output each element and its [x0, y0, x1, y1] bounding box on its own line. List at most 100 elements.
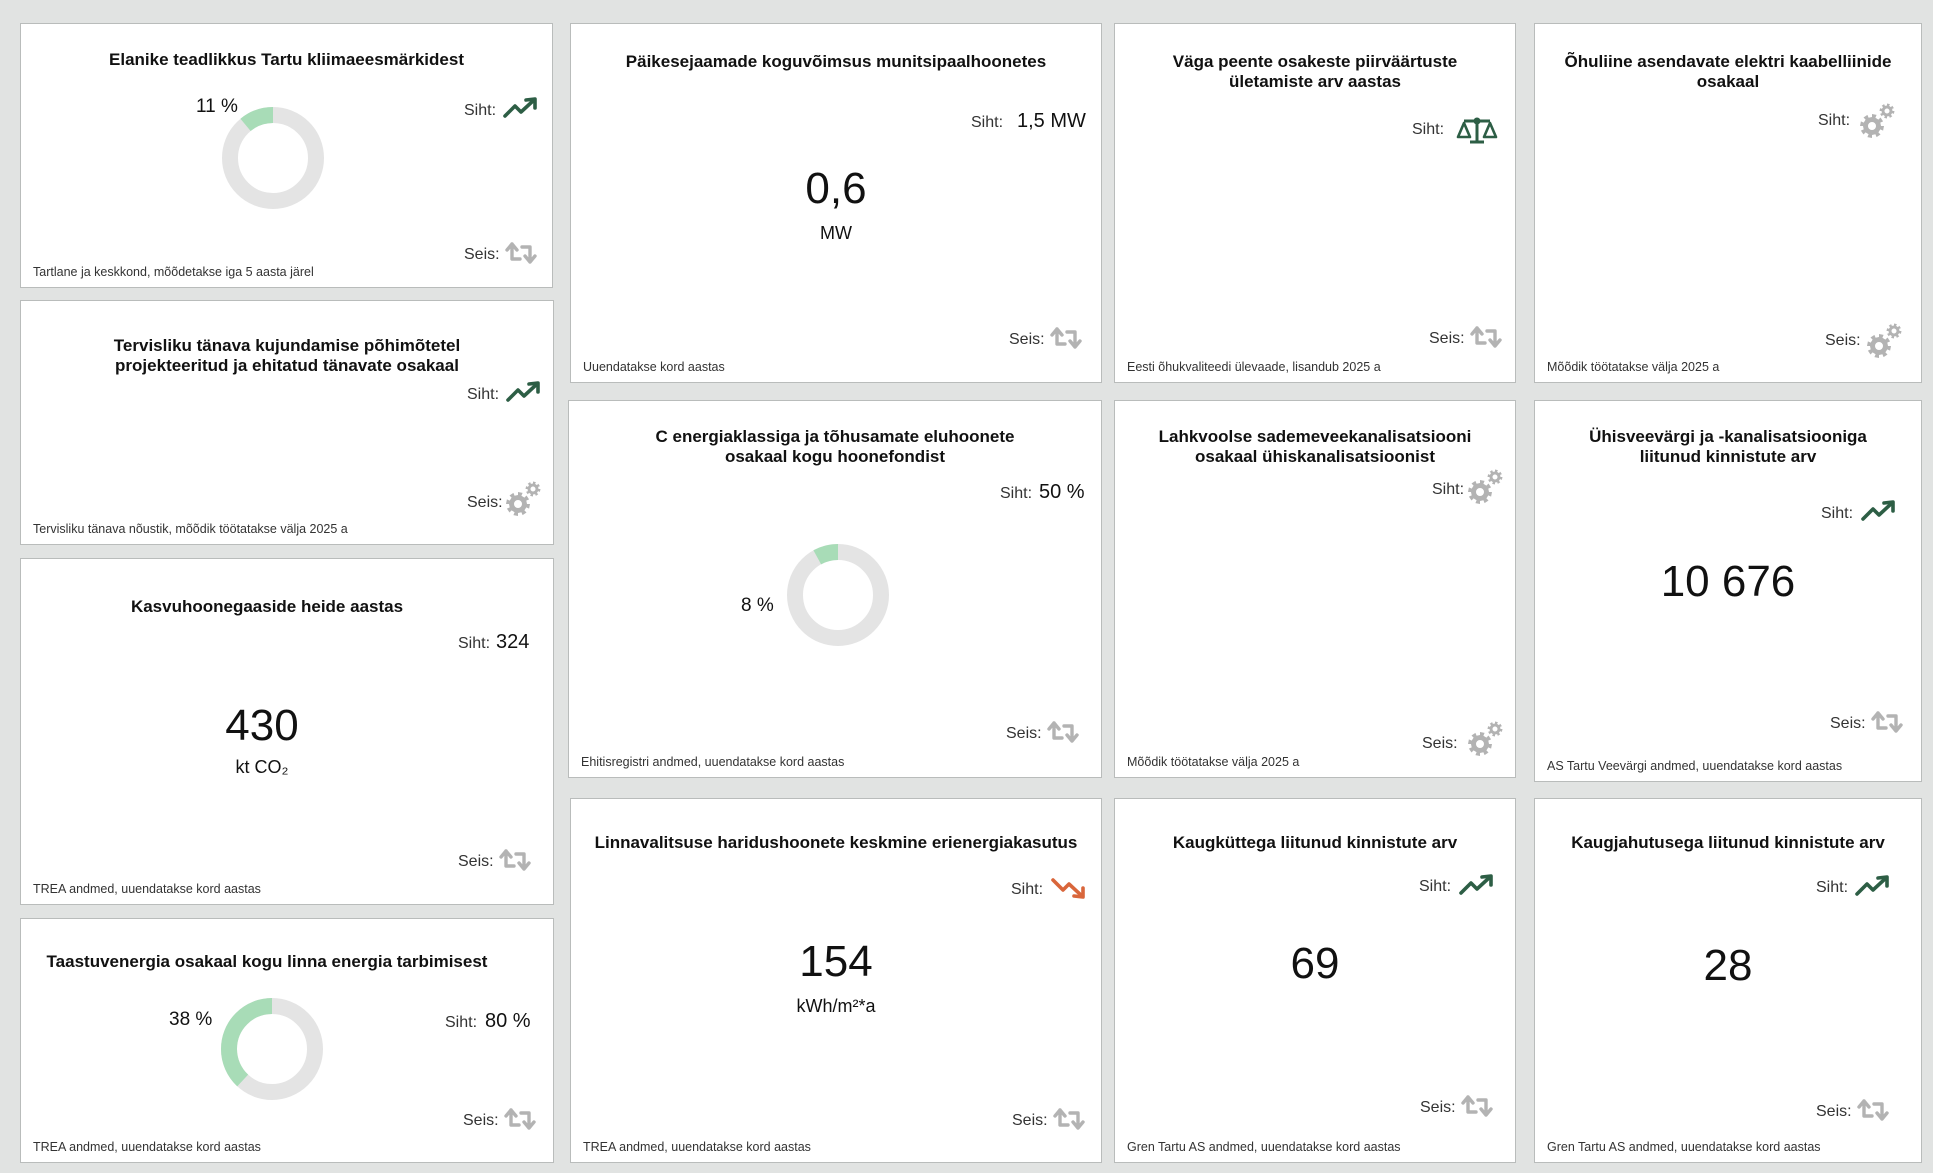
kpi-card-renewable-share: Taastuvenergia osakaal kogu linna energi… [20, 918, 554, 1163]
status-label: Seis: [1816, 1103, 1852, 1120]
card-title: Kaugjahutusega liitunud kinnistute arv [1571, 833, 1885, 852]
card-title: Kaugküttega liitunud kinnistute arv [1172, 833, 1458, 852]
card-footer: TREA andmed, uuendatakse kord aastas [583, 1140, 811, 1154]
donut-track [787, 544, 889, 646]
refresh-icon [1855, 1098, 1891, 1122]
target-value: 80 % [485, 1010, 531, 1032]
target-label: Siht: [1821, 505, 1854, 522]
trend-down-icon [1051, 876, 1087, 900]
gear-icon [1864, 321, 1904, 361]
kpi-card-underground-cables: Õhuliine asendavate elektri kaabelliinid… [1534, 23, 1922, 383]
kpi-value: 430 [225, 701, 299, 750]
target-label: Siht: [971, 114, 1004, 131]
kpi-value: 0,6 [805, 164, 867, 213]
status-label: Seis: [463, 1112, 499, 1129]
card-footer: Mõõdik töötatakse välja 2025 a [1127, 755, 1300, 769]
kpi-card-ghg-emissions: Kasvuhoonegaaside heide aastas Siht: 324… [20, 558, 554, 905]
kpi-unit: MW [820, 223, 852, 243]
kpi-card-district-cooling: Kaugjahutusega liitunud kinnistute arv S… [1534, 798, 1922, 1163]
target-label: Siht: [1419, 878, 1452, 895]
refresh-icon [497, 848, 533, 872]
card-footer: AS Tartu Veevärgi andmed, uuendatakse ko… [1547, 759, 1843, 773]
kpi-card-healthy-streets: Tervisliku tänava kujundamise põhimõtete… [20, 300, 554, 545]
target-label: Siht: [467, 386, 500, 403]
trend-up-icon [1459, 873, 1495, 897]
trend-up-icon [1861, 499, 1897, 523]
card-footer: Gren Tartu AS andmed, uuendatakse kord a… [1127, 1140, 1401, 1154]
refresh-icon [1051, 1107, 1087, 1131]
donut-percent-label: 8 % [741, 595, 774, 616]
status-label: Seis: [1009, 331, 1045, 348]
kpi-card-school-energy-use: Linnavalitsuse haridushoonete keskmine e… [570, 798, 1102, 1163]
card-footer: Gren Tartu AS andmed, uuendatakse kord a… [1547, 1140, 1821, 1154]
status-label: Seis: [467, 494, 503, 511]
progress-donut [219, 104, 327, 212]
gear-icon [1857, 101, 1897, 141]
donut-track [222, 107, 324, 209]
target-label: Siht: [1011, 881, 1044, 898]
kpi-card-district-heating: Kaugküttega liitunud kinnistute arv Siht… [1114, 798, 1516, 1163]
refresh-icon [1459, 1094, 1495, 1118]
refresh-icon [1045, 720, 1081, 744]
progress-donut [784, 541, 892, 649]
status-label: Seis: [1429, 330, 1465, 347]
gear-icon [1465, 467, 1505, 507]
kpi-value: 28 [1703, 941, 1753, 990]
gear-icon [503, 479, 543, 519]
status-label: Seis: [1825, 332, 1861, 349]
kpi-value: 69 [1290, 939, 1340, 988]
card-footer: Eesti õhukvaliteedi ülevaade, lisandub 2… [1127, 360, 1381, 374]
status-label: Seis: [458, 853, 494, 870]
status-label: Seis: [464, 246, 500, 263]
kpi-value: 10 676 [1660, 557, 1796, 606]
kpi-card-energy-class-buildings: C energiaklassiga ja tõhusamate eluhoone… [568, 400, 1102, 778]
status-label: Seis: [1830, 715, 1866, 732]
status-label: Seis: [1012, 1112, 1048, 1129]
card-title: Tervisliku tänava kujundamise põhimõtete… [113, 336, 461, 375]
card-title: Lahkvoolse sademeveekanalisatsiooni osak… [1158, 427, 1472, 466]
status-label: Seis: [1422, 735, 1458, 752]
trend-up-icon [503, 96, 539, 120]
refresh-icon [503, 241, 539, 265]
target-label: Siht: [1818, 112, 1851, 129]
target-label: Siht: [1412, 121, 1445, 138]
kpi-card-climate-awareness: Elanike teadlikkus Tartu kliimaeesmärkid… [20, 23, 553, 288]
status-label: Seis: [1006, 725, 1042, 742]
target-label: Siht: [458, 635, 491, 652]
target-label: Siht: [1000, 485, 1033, 502]
card-title: C energiaklassiga ja tõhusamate eluhoone… [655, 427, 1015, 466]
trend-up-icon [1855, 874, 1891, 898]
trend-up-icon [506, 380, 542, 404]
card-footer: Mõõdik töötatakse välja 2025 a [1547, 360, 1720, 374]
progress-donut [218, 995, 326, 1103]
gear-icon [1465, 719, 1505, 759]
card-footer: Tervisliku tänava nõustik, mõõdik töötat… [33, 522, 348, 536]
refresh-icon [1468, 325, 1504, 349]
status-label: Seis: [1420, 1099, 1456, 1116]
target-label: Siht: [1816, 879, 1849, 896]
card-title: Kasvuhoonegaaside heide aastas [130, 597, 404, 616]
refresh-icon [1048, 326, 1084, 350]
kpi-card-fine-particles: Väga peente osakeste piirväärtuste ületa… [1114, 23, 1516, 383]
kpi-unit: kt CO₂ [235, 757, 289, 777]
card-title: Ühisveevärgi ja -kanalisatsiooniga liitu… [1589, 427, 1867, 466]
card-title: Õhuliine asendavate elektri kaabelliinid… [1564, 52, 1892, 91]
card-footer: Uuendatakse kord aastas [583, 360, 725, 374]
kpi-unit: kWh/m²*a [796, 996, 876, 1016]
balance-scale-icon [1456, 115, 1498, 145]
refresh-icon [1869, 710, 1905, 734]
kpi-card-solar-capacity: Päikesejaamade koguvõimsus munitsipaalho… [570, 23, 1102, 383]
card-title: Linnavalitsuse haridushoonete keskmine e… [594, 833, 1078, 852]
refresh-icon [502, 1107, 538, 1131]
card-title: Päikesejaamade koguvõimsus munitsipaalho… [625, 52, 1047, 71]
kpi-card-stormwater-share: Lahkvoolse sademeveekanalisatsiooni osak… [1114, 400, 1516, 778]
card-title: Taastuvenergia osakaal kogu linna energi… [46, 952, 488, 971]
card-title: Elanike teadlikkus Tartu kliimaeesmärkid… [109, 50, 464, 69]
donut-percent-label: 38 % [169, 1009, 213, 1030]
kpi-value: 154 [799, 937, 873, 986]
target-value: 324 [496, 631, 530, 653]
target-label: Siht: [464, 102, 497, 119]
card-footer: TREA andmed, uuendatakse kord aastas [33, 882, 261, 896]
card-footer: TREA andmed, uuendatakse kord aastas [33, 1140, 261, 1154]
target-label: Siht: [445, 1014, 478, 1031]
